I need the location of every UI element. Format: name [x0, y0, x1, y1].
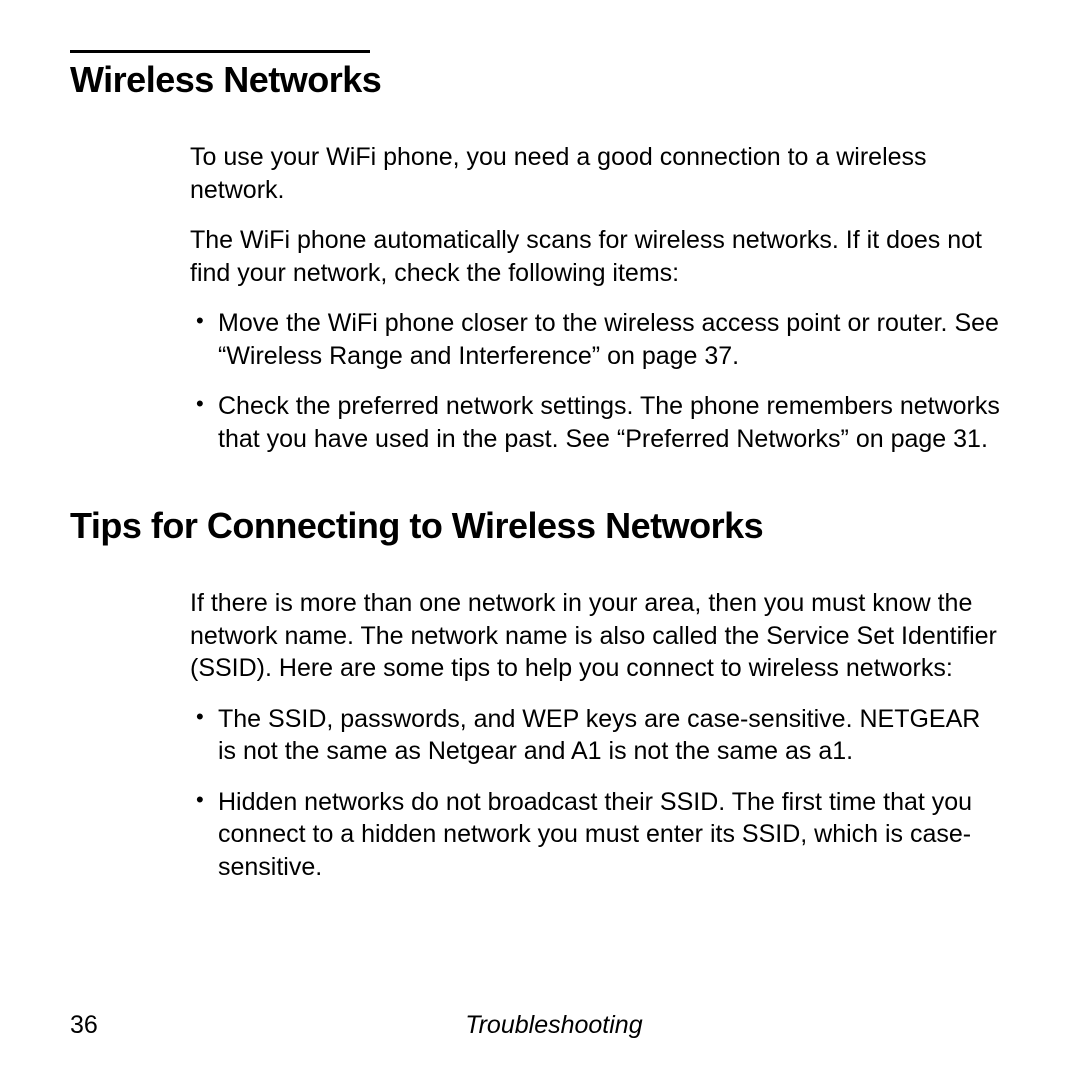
section2-list: The SSID, passwords, and WEP keys are ca… [190, 703, 1000, 884]
section-rule [70, 50, 370, 53]
list-item: Hidden networks do not broadcast their S… [190, 786, 1000, 884]
list-item: The SSID, passwords, and WEP keys are ca… [190, 703, 1000, 768]
section2-para1: If there is more than one network in you… [190, 587, 1000, 685]
list-item: Move the WiFi phone closer to the wirele… [190, 307, 1000, 372]
page-number: 36 [70, 1011, 98, 1040]
list-item: Check the preferred network settings. Th… [190, 390, 1000, 455]
section1-para1: To use your WiFi phone, you need a good … [190, 141, 1000, 206]
section1-list: Move the WiFi phone closer to the wirele… [190, 307, 1000, 455]
section-heading-tips: Tips for Connecting to Wireless Networks [70, 505, 1010, 547]
section1-body: To use your WiFi phone, you need a good … [190, 141, 1000, 455]
section1-para2: The WiFi phone automatically scans for w… [190, 224, 1000, 289]
footer-chapter-title: Troubleshooting [98, 1011, 1010, 1040]
section2-body: If there is more than one network in you… [190, 587, 1000, 883]
page-footer: 36 Troubleshooting [70, 1011, 1010, 1040]
section-heading-wireless-networks: Wireless Networks [70, 59, 1010, 101]
